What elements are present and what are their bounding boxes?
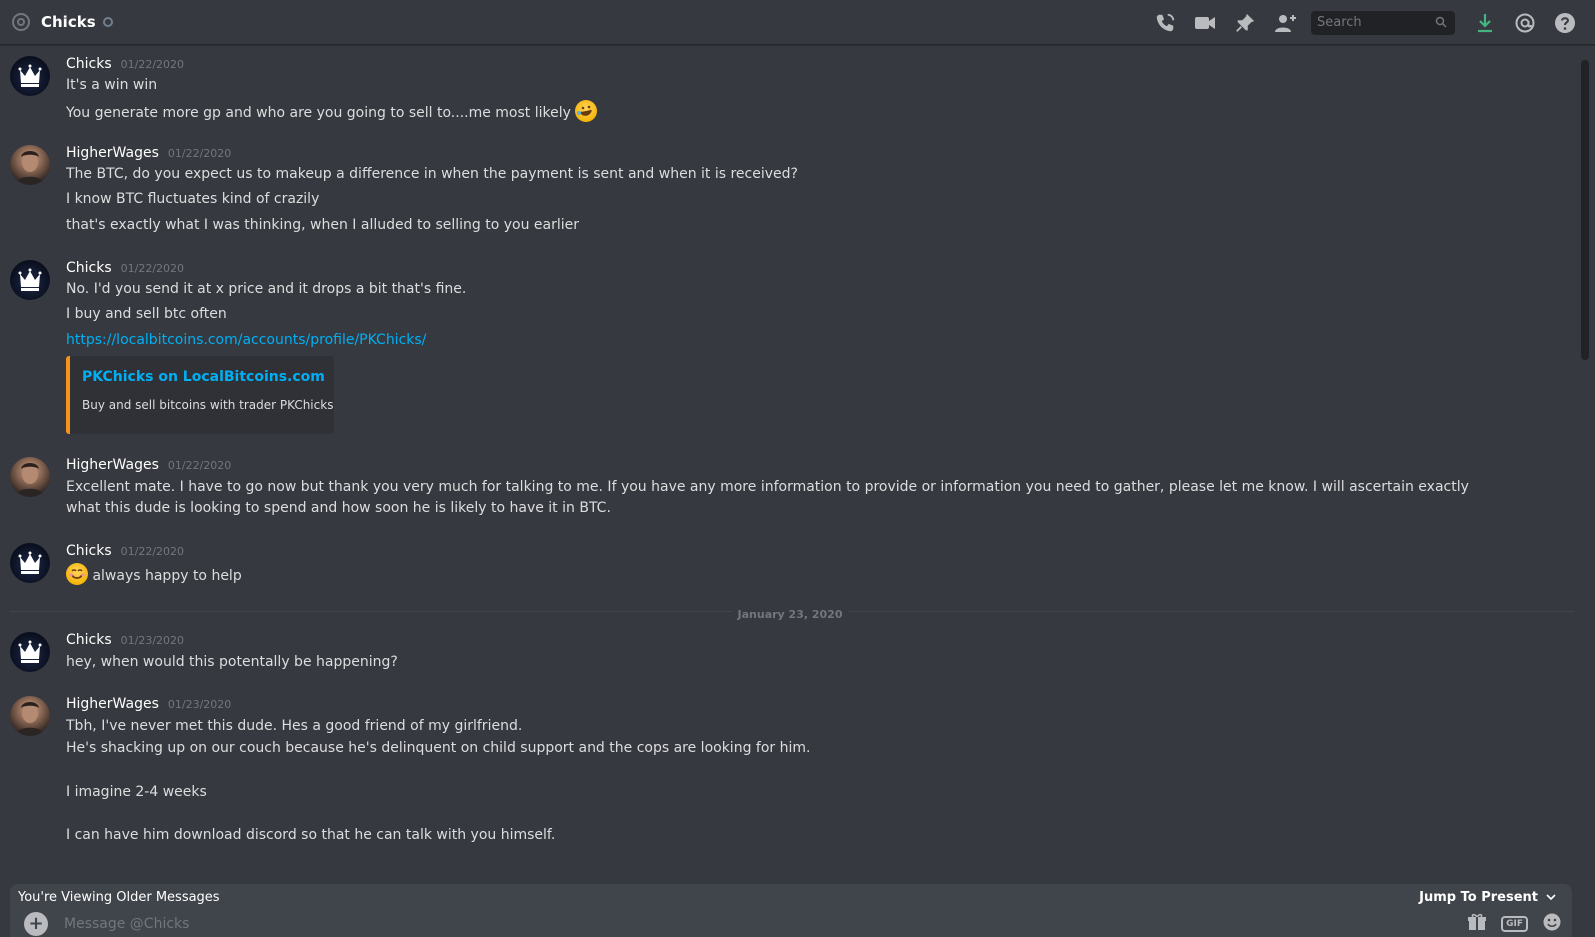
jump-to-present-button[interactable]: Jump To Present	[1419, 890, 1556, 905]
download-icon[interactable]	[1465, 3, 1505, 43]
message-header: Chicks 01/22/2020	[66, 543, 184, 559]
message-header: HigherWages 01/23/2020	[66, 696, 231, 712]
message-text-span: You generate more gp and who are you goi…	[66, 105, 571, 121]
smile-emoji-icon	[66, 563, 88, 585]
username[interactable]: HigherWages	[66, 145, 159, 161]
avatar[interactable]	[10, 543, 50, 583]
message-link[interactable]: https://localbitcoins.com/accounts/profi…	[66, 332, 426, 348]
message-input[interactable]	[64, 915, 1364, 932]
jump-to-present-label: Jump To Present	[1419, 889, 1538, 905]
at-sign-icon	[10, 11, 32, 33]
avatar[interactable]	[10, 260, 50, 300]
rofl-emoji-icon	[575, 100, 598, 122]
date-divider: January 23, 2020	[0, 603, 1580, 622]
older-messages-bar: You're Viewing Older Messages Jump To Pr…	[10, 884, 1572, 910]
username[interactable]: HigherWages	[66, 696, 159, 712]
date-divider-label: January 23, 2020	[731, 608, 849, 621]
message-header: Chicks 01/22/2020	[66, 260, 184, 276]
embed-title[interactable]: PKChicks on LocalBitcoins.com	[82, 369, 325, 385]
crown-icon	[18, 640, 42, 663]
gift-icon[interactable]	[1467, 913, 1487, 935]
timestamp: 01/22/2020	[120, 545, 185, 558]
message-text: No. I'd you send it at x price and it dr…	[66, 281, 467, 297]
message-text: always happy to help	[66, 563, 242, 586]
username[interactable]: HigherWages	[66, 457, 159, 473]
avatar[interactable]	[10, 56, 50, 96]
message-text: I can have him download discord so that …	[66, 827, 556, 843]
emoji-picker-icon[interactable]	[1542, 912, 1562, 936]
avatar[interactable]	[10, 632, 50, 672]
message-header: HigherWages 01/22/2020	[66, 145, 231, 161]
message-text: He's shacking up on our couch because he…	[66, 740, 811, 756]
user-photo-icon	[15, 463, 45, 497]
video-call-icon[interactable]	[1185, 3, 1225, 43]
message-text-span: always happy to help	[92, 568, 242, 584]
username[interactable]: Chicks	[66, 260, 112, 276]
message-text: It's a win win	[66, 77, 158, 93]
chevron-down-icon	[1546, 894, 1556, 901]
timestamp: 01/23/2020	[120, 634, 185, 647]
message-text: I buy and sell btc often	[66, 306, 227, 322]
header-toolbar	[1145, 0, 1585, 45]
crown-icon	[18, 64, 42, 87]
timestamp: 01/22/2020	[167, 147, 232, 160]
timestamp: 01/23/2020	[167, 698, 232, 711]
avatar[interactable]	[10, 145, 50, 185]
message-text: Tbh, I've never met this dude. Hes a goo…	[66, 718, 523, 734]
add-friend-icon[interactable]	[1265, 3, 1305, 43]
channel-title: Chicks	[41, 13, 96, 31]
message-header: Chicks 01/22/2020	[66, 56, 184, 72]
status-offline-icon	[102, 17, 113, 27]
channel-header: Chicks	[0, 0, 1595, 45]
help-icon[interactable]	[1545, 3, 1585, 43]
message-text: Excellent mate. I have to go now but tha…	[66, 479, 1469, 516]
username[interactable]: Chicks	[66, 632, 112, 648]
username[interactable]: Chicks	[66, 543, 112, 559]
message-text: You generate more gp and who are you goi…	[66, 100, 598, 123]
timestamp: 01/22/2020	[120, 262, 185, 275]
message-list[interactable]: Chicks 01/22/2020 It's a win win You gen…	[0, 46, 1580, 876]
avatar[interactable]	[10, 696, 50, 736]
scrollbar-thumb[interactable]	[1581, 60, 1589, 360]
user-photo-icon	[15, 702, 45, 736]
composer-tools: GIF	[1467, 910, 1562, 937]
timestamp: 01/22/2020	[167, 459, 232, 472]
search-icon	[1435, 13, 1447, 32]
crown-icon	[18, 551, 42, 574]
upload-plus-icon[interactable]: +	[24, 911, 48, 936]
gif-button[interactable]: GIF	[1501, 915, 1528, 932]
user-photo-icon	[15, 151, 45, 185]
message-header: HigherWages 01/22/2020	[66, 457, 231, 473]
message-text: The BTC, do you expect us to makeup a di…	[66, 166, 798, 182]
embed-description: Buy and sell bitcoins with trader PKChic…	[82, 398, 334, 412]
message-link-line: https://localbitcoins.com/accounts/profi…	[66, 330, 426, 350]
search-box[interactable]	[1311, 10, 1455, 35]
mentions-icon[interactable]	[1505, 3, 1545, 43]
voice-call-icon[interactable]	[1145, 3, 1185, 43]
message-text: hey, when would this potentally be happe…	[66, 654, 398, 670]
message-text: I imagine 2-4 weeks	[66, 784, 207, 800]
older-messages-text: You're Viewing Older Messages	[18, 889, 220, 905]
message-composer: + GIF	[10, 910, 1572, 937]
message-scrollbar[interactable]	[1581, 46, 1589, 872]
link-embed: PKChicks on LocalBitcoins.com Buy and se…	[66, 356, 334, 434]
message-text: I know BTC fluctuates kind of crazily	[66, 191, 320, 207]
username[interactable]: Chicks	[66, 56, 112, 72]
search-input[interactable]	[1317, 15, 1427, 30]
timestamp: 01/22/2020	[120, 58, 185, 71]
message-header: Chicks 01/23/2020	[66, 632, 184, 648]
message-text: that's exactly what I was thinking, when…	[66, 217, 580, 233]
pin-icon[interactable]	[1225, 3, 1265, 43]
crown-icon	[18, 268, 42, 291]
avatar[interactable]	[10, 457, 50, 497]
app-window: Chicks Search Chicks 01/22/2020 It's a w…	[0, 0, 1595, 937]
